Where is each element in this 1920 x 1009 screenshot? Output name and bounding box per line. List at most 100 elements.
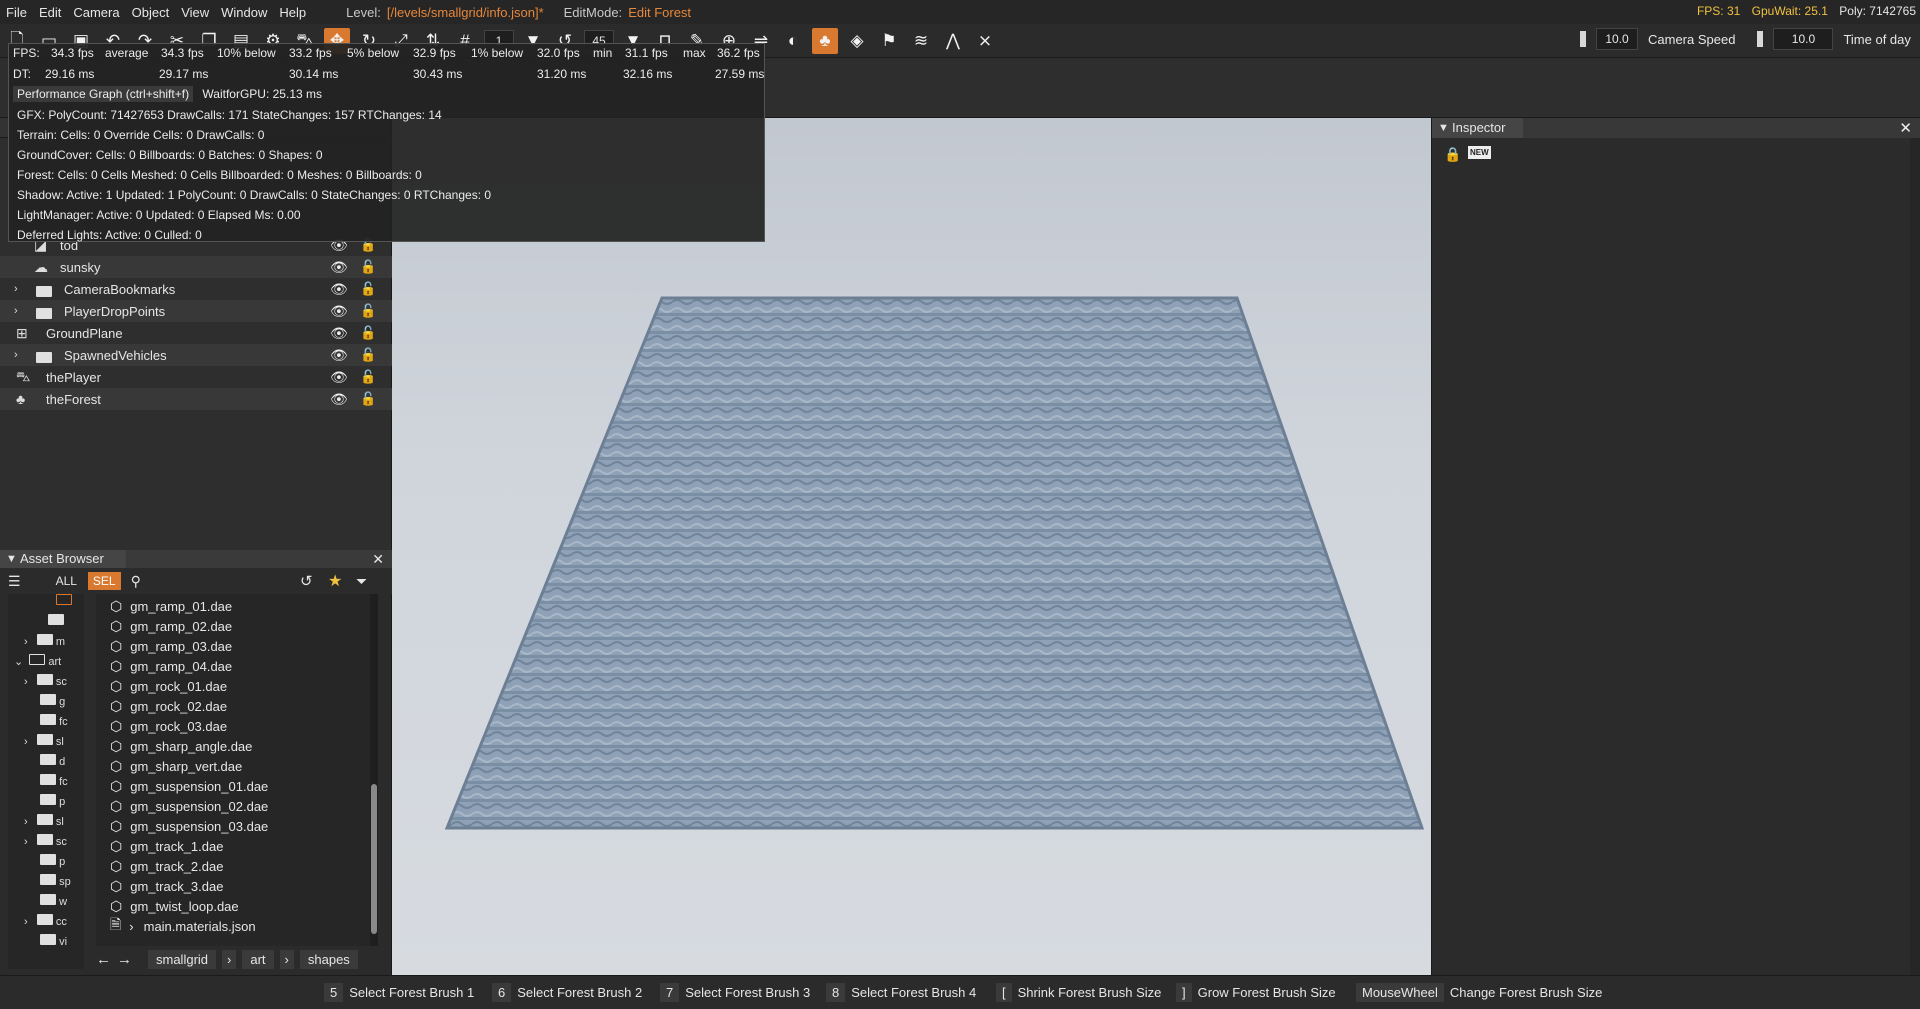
chevron-right-icon[interactable]: ›: [14, 305, 18, 317]
search-icon[interactable]: ⚲: [131, 573, 141, 590]
breadcrumb-item[interactable]: shapes: [299, 949, 358, 969]
folder-item[interactable]: p: [40, 854, 65, 874]
lock-icon[interactable]: 🔓: [360, 281, 376, 297]
tree-row-sunsky[interactable]: ☁ sunsky 👁 🔓: [0, 256, 392, 278]
file-item[interactable]: ⬡ gm_suspension_02.dae: [110, 796, 268, 816]
time-of-day-input[interactable]: 10.0: [1773, 28, 1834, 50]
filter-sel-button[interactable]: SEL: [87, 572, 121, 590]
menu-object[interactable]: Object: [126, 5, 176, 20]
lock-icon[interactable]: 🔓: [360, 369, 376, 385]
breadcrumb-item[interactable]: smallgrid: [148, 949, 217, 969]
tree-row-playerdroppoints[interactable]: › PlayerDropPoints 👁 🔓: [0, 300, 392, 322]
tree-row-groundplane[interactable]: ⊞ GroundPlane 👁 🔓: [0, 322, 392, 344]
visibility-eye-icon[interactable]: 👁: [330, 281, 348, 298]
file-item[interactable]: ⬡ gm_ramp_03.dae: [110, 636, 232, 656]
tree-row-theplayer[interactable]: ⛍ thePlayer 👁 🔓: [0, 366, 392, 388]
visibility-eye-icon[interactable]: 👁: [330, 347, 348, 364]
file-item[interactable]: ⬡ gm_sharp_vert.dae: [110, 756, 242, 776]
tree-row-spawnedvehicles[interactable]: › SpawnedVehicles 👁 🔓: [0, 344, 392, 366]
lock-icon[interactable]: 🔓: [360, 303, 376, 319]
folder-item[interactable]: › m: [24, 634, 65, 654]
file-list-scrollbar[interactable]: [370, 594, 378, 946]
performance-graph-toggle[interactable]: Performance Graph (ctrl+shift+f): [13, 86, 194, 102]
time-of-day-slider[interactable]: [1757, 31, 1764, 47]
file-item[interactable]: ⬡ gm_ramp_04.dae: [110, 656, 232, 676]
back-arrow-icon[interactable]: ←: [96, 951, 111, 968]
lock-icon[interactable]: 🔓: [360, 391, 376, 407]
visibility-eye-icon[interactable]: 👁: [330, 369, 348, 386]
file-item[interactable]: ⬡ gm_ramp_02.dae: [110, 616, 232, 636]
folder-item[interactable]: p: [40, 794, 65, 814]
camera-speed-input[interactable]: 10.0: [1596, 28, 1638, 50]
folder-item[interactable]: fc: [40, 714, 68, 734]
folder-item[interactable]: w: [40, 894, 67, 914]
file-item[interactable]: 🗎 › main.materials.json: [110, 916, 256, 936]
visibility-eye-icon[interactable]: 👁: [330, 325, 348, 342]
folder-item[interactable]: › cc: [24, 914, 67, 934]
file-item[interactable]: ⬡ gm_rock_02.dae: [110, 696, 227, 716]
filter-icon[interactable]: ⏷: [356, 573, 367, 590]
file-item[interactable]: ⬡ gm_ramp_01.dae: [110, 596, 232, 616]
mesh-road-icon[interactable]: ⨯: [972, 28, 998, 54]
close-icon[interactable]: ✕: [372, 551, 384, 568]
filter-all-button[interactable]: ALL: [51, 572, 82, 590]
visibility-eye-icon[interactable]: 👁: [330, 391, 348, 408]
folder-item[interactable]: [56, 594, 72, 614]
inspector-scrollbar[interactable]: [1910, 138, 1920, 975]
close-icon[interactable]: ✕: [1899, 119, 1912, 137]
folder-item[interactable]: vi: [40, 934, 67, 954]
folder-item[interactable]: d: [40, 754, 65, 774]
lock-icon[interactable]: 🔓: [360, 259, 376, 275]
folder-item[interactable]: sp: [40, 874, 71, 894]
list-view-icon[interactable]: ☰: [8, 573, 21, 590]
file-item[interactable]: ⬡ gm_track_1.dae: [110, 836, 223, 856]
scrollbar-thumb[interactable]: [371, 784, 377, 934]
history-icon[interactable]: ↺: [300, 572, 313, 590]
folder-item[interactable]: ⌄ art: [14, 654, 61, 674]
lock-icon[interactable]: 🔒: [1444, 146, 1461, 163]
file-item[interactable]: ⬡ gm_sharp_angle.dae: [110, 736, 252, 756]
chevron-right-icon[interactable]: ›: [14, 283, 18, 295]
menu-view[interactable]: View: [175, 5, 215, 20]
chevron-right-icon[interactable]: ›: [14, 349, 18, 361]
visibility-eye-icon[interactable]: 👁: [330, 303, 348, 320]
chevron-right-icon[interactable]: ›: [129, 919, 133, 934]
file-item[interactable]: ⬡ gm_rock_01.dae: [110, 676, 227, 696]
folder-item[interactable]: [48, 614, 64, 634]
menu-icon[interactable]: ▼: [1438, 122, 1449, 134]
star-icon[interactable]: ★: [328, 571, 342, 591]
menu-help[interactable]: Help: [273, 5, 312, 20]
file-item[interactable]: ⬡ gm_twist_loop.dae: [110, 896, 239, 916]
folder-item[interactable]: › sl: [24, 814, 64, 834]
menu-window[interactable]: Window: [215, 5, 273, 20]
paint-icon[interactable]: ◐: [780, 28, 806, 54]
lock-icon[interactable]: 🔓: [360, 347, 376, 363]
folder-item[interactable]: › sc: [24, 674, 67, 694]
3d-viewport[interactable]: [392, 118, 1431, 975]
file-item[interactable]: ⬡ gm_track_2.dae: [110, 856, 223, 876]
terrain-icon[interactable]: ≋: [908, 28, 934, 54]
menu-file[interactable]: File: [0, 5, 33, 20]
folder-item[interactable]: › sc: [24, 834, 67, 854]
tree-row-camerabookmarks[interactable]: › CameraBookmarks 👁 🔓: [0, 278, 392, 300]
menu-edit[interactable]: Edit: [33, 5, 67, 20]
visibility-eye-icon[interactable]: 👁: [330, 259, 348, 276]
folder-item[interactable]: › sl: [24, 734, 64, 754]
file-item[interactable]: ⬡ gm_track_3.dae: [110, 876, 223, 896]
menu-camera[interactable]: Camera: [67, 5, 125, 20]
forward-arrow-icon[interactable]: →: [117, 951, 132, 968]
file-item[interactable]: ⬡ gm_suspension_03.dae: [110, 816, 268, 836]
menu-icon[interactable]: ▼: [6, 553, 17, 565]
new-inspector-button[interactable]: NEW: [1468, 146, 1491, 159]
file-item[interactable]: ⬡ gm_suspension_01.dae: [110, 776, 268, 796]
file-item[interactable]: ⬡ gm_rock_03.dae: [110, 716, 227, 736]
layers-icon[interactable]: ◈: [844, 28, 870, 54]
river-icon[interactable]: ⋀: [940, 28, 966, 54]
forest-tool-icon[interactable]: ♣: [812, 28, 838, 54]
tree-row-theforest[interactable]: ♣ theForest 👁 🔓: [0, 388, 392, 410]
camera-speed-slider[interactable]: [1580, 31, 1586, 47]
lock-icon[interactable]: 🔓: [360, 325, 376, 341]
object-placement-icon[interactable]: ⚑: [876, 28, 902, 54]
folder-item[interactable]: fc: [40, 774, 68, 794]
breadcrumb-item[interactable]: art: [242, 949, 274, 969]
